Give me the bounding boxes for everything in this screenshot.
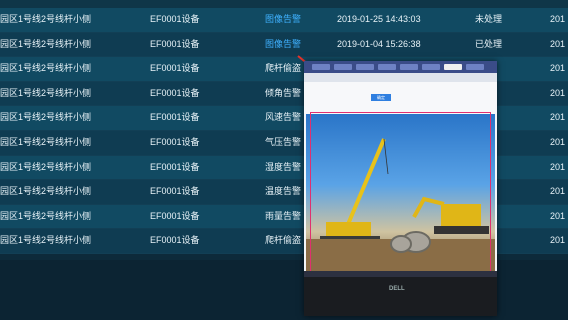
browser-tab (466, 64, 484, 70)
taskbar (304, 271, 497, 277)
browser-tab (356, 64, 374, 70)
browser-address-bar (304, 73, 497, 82)
detection-box (310, 112, 491, 297)
page-confirm-button: 确定 (371, 94, 391, 101)
image-preview-popup[interactable]: 确定 DELL (304, 61, 497, 316)
browser-tab-active (444, 64, 462, 70)
browser-page: 确定 (304, 82, 497, 114)
monitor-bezel: DELL (304, 271, 497, 316)
browser-tab (334, 64, 352, 70)
browser-tab-bar (304, 61, 497, 73)
browser-tab (378, 64, 396, 70)
browser-tab (400, 64, 418, 70)
browser-tab (422, 64, 440, 70)
browser-tab (312, 64, 330, 70)
monitor-brand-logo: DELL (389, 286, 405, 292)
